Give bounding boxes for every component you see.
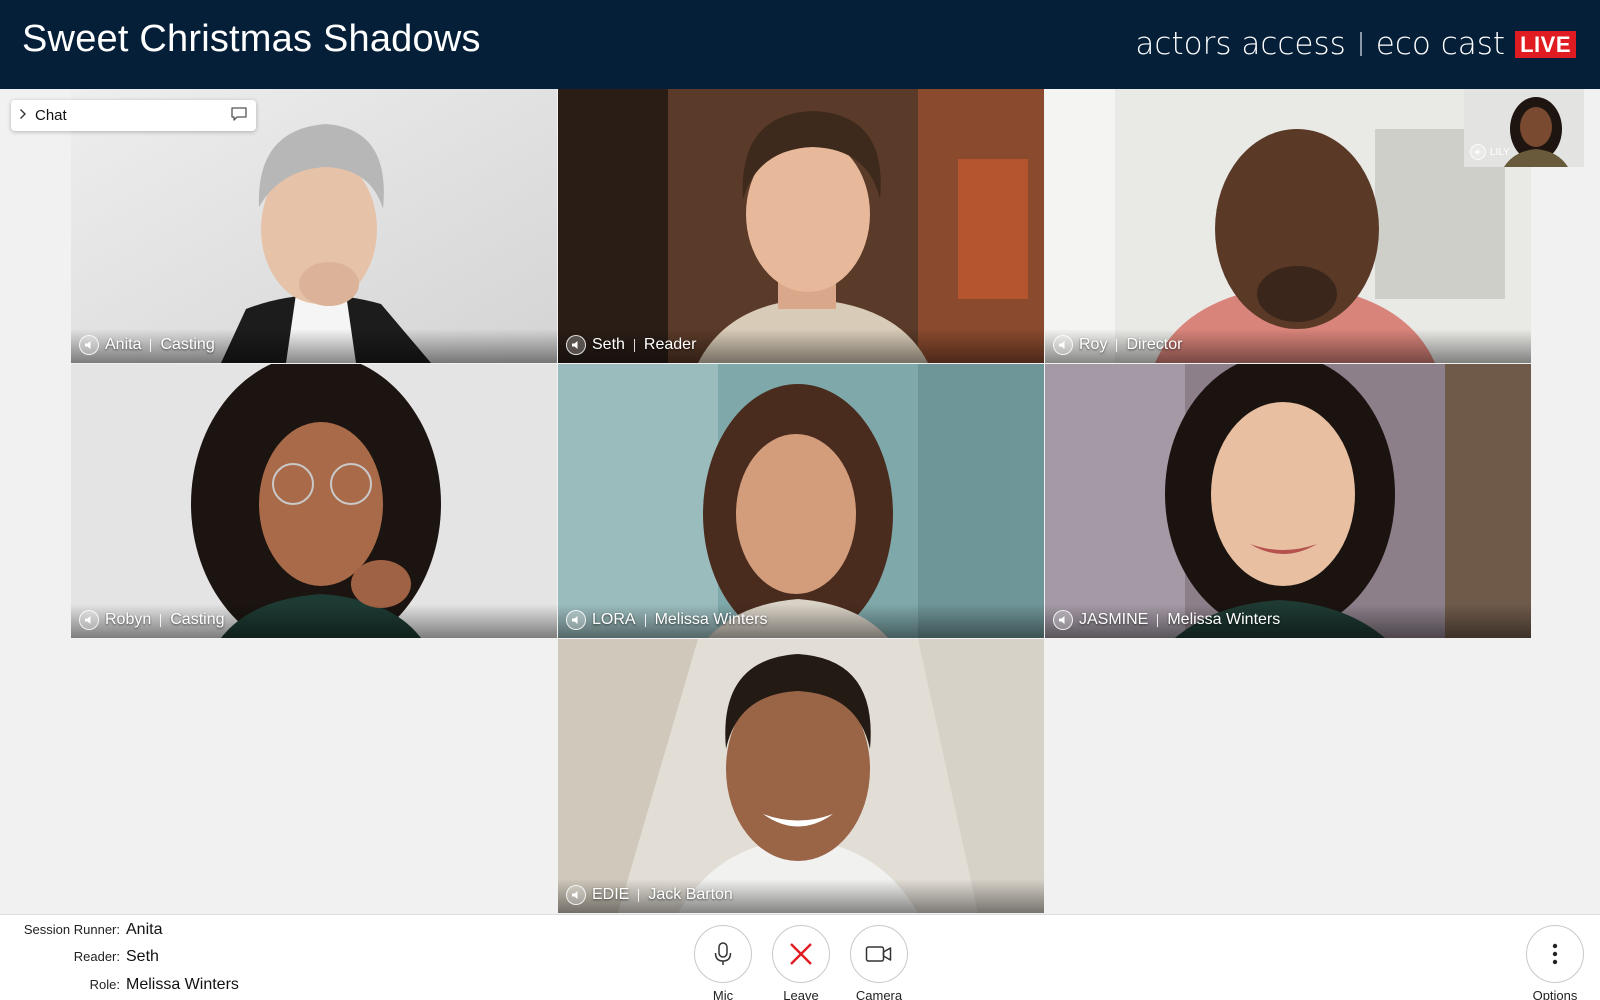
participant-role: Director <box>1126 336 1183 353</box>
role-key: Role: <box>89 977 120 992</box>
participant-role: Casting <box>170 611 225 628</box>
participant-video <box>558 639 1044 913</box>
session-runner-value: Anita <box>126 921 163 938</box>
more-vertical-icon <box>1552 943 1558 965</box>
speaker-icon[interactable] <box>1053 335 1073 355</box>
options-control: Options <box>1526 925 1584 1000</box>
speaker-icon[interactable] <box>79 335 99 355</box>
participant-role: Reader <box>643 336 697 353</box>
camera-icon <box>865 946 892 962</box>
video-tile[interactable]: Robyn Casting <box>71 364 557 638</box>
self-view-name: LILY <box>1490 146 1510 158</box>
leave-control: Leave <box>772 925 830 1000</box>
brand-separator <box>1359 32 1362 56</box>
video-tile[interactable]: Roy Director <box>1045 89 1531 363</box>
participant-name: JASMINE <box>1079 611 1149 628</box>
options-label: Options <box>1532 988 1578 1000</box>
session-runner-key: Session Runner: <box>23 922 120 937</box>
speaker-icon[interactable] <box>566 885 586 905</box>
close-icon <box>790 943 812 965</box>
participant-name: Seth <box>592 336 625 353</box>
speaker-icon[interactable] <box>1053 610 1073 630</box>
participant-name: Roy <box>1079 336 1108 353</box>
mic-button[interactable] <box>694 925 752 983</box>
participant-video <box>558 364 1044 638</box>
options-button[interactable] <box>1526 925 1584 983</box>
live-badge: LIVE <box>1515 30 1576 58</box>
mic-label: Mic <box>712 988 734 1000</box>
chat-panel-toggle[interactable]: Chat <box>11 100 256 131</box>
video-tile[interactable]: LORA Melissa Winters <box>558 364 1044 638</box>
participant-video <box>1045 89 1531 363</box>
video-tile[interactable]: Seth Reader <box>558 89 1044 363</box>
participant-name: EDIE <box>592 886 630 903</box>
speaker-icon[interactable] <box>1470 144 1486 160</box>
chat-bubble-icon[interactable] <box>230 106 248 126</box>
participant-role: Jack Barton <box>648 886 733 903</box>
reader-key: Reader: <box>73 949 120 964</box>
role-value: Melissa Winters <box>126 976 239 993</box>
participant-label: Seth Reader <box>566 335 696 355</box>
role-row: Role: Melissa Winters <box>0 976 239 994</box>
video-tile[interactable]: JASMINE Melissa Winters <box>1045 364 1531 638</box>
self-view-label: LILY <box>1470 144 1510 160</box>
participant-video <box>1045 364 1531 638</box>
brand-logo: actors access eco cast LIVE <box>1135 26 1576 62</box>
camera-control: Camera <box>850 925 908 1000</box>
participant-name: Robyn <box>105 611 152 628</box>
participant-role: Melissa Winters <box>1167 611 1281 628</box>
self-view[interactable]: LILY <box>1464 89 1584 167</box>
header-bar: Sweet Christmas Shadows actors access ec… <box>0 0 1600 89</box>
leave-button[interactable] <box>772 925 830 983</box>
mic-control: Mic <box>694 925 752 1000</box>
reader-row: Reader: Seth <box>0 948 159 966</box>
participant-role: Casting <box>160 336 215 353</box>
chat-label: Chat <box>35 107 67 124</box>
brand-actors-access: actors access <box>1135 26 1346 62</box>
participant-role: Melissa Winters <box>654 611 768 628</box>
video-tile[interactable]: EDIE Jack Barton <box>558 639 1044 913</box>
participant-name: Anita <box>105 336 142 353</box>
participant-label: EDIE Jack Barton <box>566 885 733 905</box>
camera-label: Camera <box>855 988 903 1000</box>
speaker-icon[interactable] <box>566 610 586 630</box>
participant-label: Roy Director <box>1053 335 1182 355</box>
camera-button[interactable] <box>850 925 908 983</box>
participant-label: LORA Melissa Winters <box>566 610 767 630</box>
participant-label: JASMINE Melissa Winters <box>1053 610 1280 630</box>
leave-label: Leave <box>783 988 819 1000</box>
speaker-icon[interactable] <box>566 335 586 355</box>
brand-eco-cast: eco cast <box>1375 26 1506 62</box>
participant-video <box>558 89 1044 363</box>
participant-label: Anita Casting <box>79 335 215 355</box>
session-runner-row: Session Runner: Anita <box>0 921 163 939</box>
participant-label: Robyn Casting <box>79 610 225 630</box>
participant-name: LORA <box>592 611 636 628</box>
speaker-icon[interactable] <box>79 610 99 630</box>
reader-value: Seth <box>126 948 159 965</box>
chevron-right-icon <box>19 108 27 123</box>
participant-video <box>71 364 557 638</box>
mic-icon <box>714 942 732 965</box>
session-title: Sweet Christmas Shadows <box>22 18 481 60</box>
